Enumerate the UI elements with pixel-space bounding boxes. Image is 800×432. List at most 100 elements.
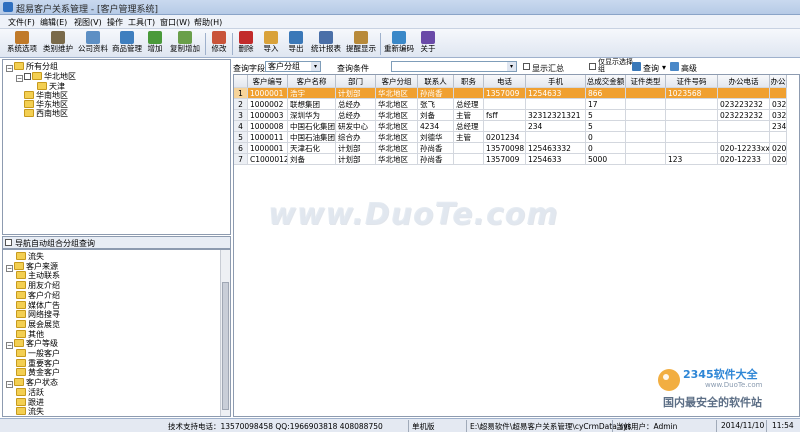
column-header[interactable]: 证件号码	[666, 75, 718, 88]
nav-tree-item[interactable]: 一般客户	[16, 349, 60, 359]
column-header[interactable]: 电话	[484, 75, 526, 88]
export-button[interactable]: 导出	[285, 31, 307, 57]
collapse-icon[interactable]: −	[16, 75, 23, 82]
tree-node-north[interactable]: − 华北地区	[16, 72, 76, 82]
table-cell	[666, 121, 718, 132]
copy-add-button[interactable]: 复制增加	[168, 31, 202, 57]
nav-checkbox[interactable]	[5, 239, 12, 246]
table-row[interactable]: 3 1000003 深圳华为 总经办 华北地区 刘备 主管 fsff 32312321321 5 0…	[234, 110, 787, 121]
column-header[interactable]: 手机	[526, 75, 586, 88]
table-cell: 浩宇	[288, 88, 336, 99]
table-cell: 125463332	[526, 143, 586, 154]
import-button[interactable]: 导入	[260, 31, 282, 57]
collapse-icon[interactable]: −	[6, 264, 13, 272]
menu-edit[interactable]: 编辑(E)	[40, 17, 67, 28]
scrollbar-thumb[interactable]	[222, 282, 229, 410]
column-header[interactable]: 总成交金额	[586, 75, 626, 88]
table-cell	[454, 143, 484, 154]
category-maintain-button[interactable]: 类别维护	[41, 31, 75, 57]
only-selected-checkbox[interactable]	[589, 63, 596, 70]
table-row[interactable]: 4 1000008 中国石化集团 研发中心 华北地区 4234 总经理 234 5 234	[234, 121, 787, 132]
folder-icon	[24, 91, 34, 99]
table-cell: 中国石化集团	[288, 121, 336, 132]
nav-tree-item[interactable]: 黄金客户	[16, 368, 60, 378]
row-number: 1	[234, 88, 248, 99]
goods-manage-button[interactable]: 商品管理	[110, 31, 144, 57]
folder-icon	[16, 329, 26, 338]
menu-window[interactable]: 窗口(W)	[160, 17, 190, 28]
chevron-down-icon[interactable]: ▾	[311, 62, 320, 71]
column-header[interactable]: 证件类型	[626, 75, 666, 88]
add-button[interactable]: 增加	[144, 31, 166, 57]
advanced-button[interactable]: 高级	[681, 63, 697, 74]
reminder-button[interactable]: 提醒显示	[344, 31, 378, 57]
nav-tree-item[interactable]: 媒体广告	[16, 300, 60, 311]
table-row[interactable]: 1 1000001 浩宇 计划部 华北地区 孙尚香 1357009 1254633 866 102…	[234, 88, 787, 99]
about-button[interactable]: 关于	[417, 31, 439, 57]
report-button[interactable]: 统计报表	[309, 31, 343, 57]
system-options-button[interactable]: 系统选项	[4, 31, 40, 57]
query-field-select[interactable]: 客户分组 ▾	[265, 61, 321, 72]
advanced-icon[interactable]	[670, 62, 679, 71]
column-header[interactable]: 客户分组	[376, 75, 418, 88]
collapse-icon[interactable]: −	[6, 342, 13, 350]
table-cell: 866	[586, 88, 626, 99]
table-row[interactable]: 6 1000001 天津石化 计划部 华北地区 孙尚香 13570098 125463332 0…	[234, 143, 787, 154]
query-cond-select[interactable]: ▾	[391, 61, 517, 72]
collapse-icon[interactable]: −	[6, 381, 13, 389]
nav-tree-group[interactable]: − 客户等级	[6, 339, 58, 350]
tree-node-all-groups[interactable]: − 所有分组	[6, 62, 58, 72]
nav-tree-item[interactable]: 朋友介绍	[16, 281, 60, 291]
menu-tools[interactable]: 工具(T)	[128, 17, 155, 28]
recode-button[interactable]: 重新编码	[382, 31, 416, 57]
nav-tree-item[interactable]: 展会展览	[16, 319, 60, 330]
tree-node-southwest[interactable]: 西南地区	[24, 109, 68, 119]
column-header[interactable]: 办公	[770, 75, 787, 88]
table-cell: 计划部	[336, 88, 376, 99]
table-cell: 主管	[454, 110, 484, 121]
column-header[interactable]: 联系人	[418, 75, 454, 88]
search-dropdown-icon[interactable]: ▾	[662, 63, 666, 72]
table-row[interactable]: 7 C1000012 刘备 计划部 华北地区 孙尚香 1357009 1254633 5000 1…	[234, 154, 787, 165]
nav-tree-group[interactable]: − 客户状态	[6, 378, 58, 389]
table-cell: 研发中心	[336, 121, 376, 132]
column-header[interactable]: 部门	[336, 75, 376, 88]
checkbox-icon[interactable]	[24, 73, 31, 80]
nav-tree-item[interactable]: 网络搜寻	[16, 310, 60, 320]
column-header[interactable]: 职务	[454, 75, 484, 88]
nav-tree-item[interactable]: 活跃	[16, 387, 44, 398]
table-cell: 32312321321	[526, 110, 586, 121]
recode-icon	[392, 31, 406, 44]
menu-view[interactable]: 视图(V)	[74, 17, 102, 28]
collapse-icon[interactable]: −	[6, 65, 13, 72]
nav-tree-item[interactable]: 流失	[16, 252, 44, 262]
folder-icon	[16, 271, 26, 280]
toolbar-separator	[380, 33, 381, 55]
nav-tree-item[interactable]: 流失	[16, 407, 44, 417]
column-header[interactable]: 客户编号	[248, 75, 288, 88]
search-icon[interactable]	[632, 62, 641, 71]
column-header[interactable]: 办公电话	[718, 75, 770, 88]
table-cell: 联想集团	[288, 99, 336, 110]
menu-file[interactable]: 文件(F)	[8, 17, 35, 28]
query-field-label: 查询字段	[233, 64, 265, 73]
nav-tree-item[interactable]: 客户介绍	[16, 290, 60, 301]
nav-tree-item[interactable]: 跟进	[16, 397, 44, 408]
nav-scrollbar[interactable]	[220, 250, 230, 416]
edit-button[interactable]: 修改	[208, 31, 230, 57]
nav-tree-item[interactable]: 主动联系	[16, 271, 60, 281]
table-cell: 020-12233xx	[718, 143, 770, 154]
company-profile-button[interactable]: 公司资料	[76, 31, 110, 57]
table-row[interactable]: 51000011中国石油集团勘探综合办华北地区刘德华主管0201234 0	[234, 132, 787, 143]
chevron-down-icon[interactable]: ▾	[507, 62, 516, 71]
delete-button[interactable]: 删除	[235, 31, 257, 57]
table-cell: 1357009	[484, 154, 526, 165]
menu-help[interactable]: 帮助(H)	[194, 17, 222, 28]
menu-operate[interactable]: 操作	[107, 17, 123, 28]
summary-checkbox[interactable]	[523, 63, 530, 70]
status-separator	[408, 420, 409, 432]
search-button[interactable]: 查询	[643, 63, 659, 74]
table-row[interactable]: 21000002联想集团总经办华北地区张飞总经理 17 0232232320323	[234, 99, 787, 110]
column-header[interactable]: 客户名称	[288, 75, 336, 88]
profile-icon	[86, 31, 100, 44]
